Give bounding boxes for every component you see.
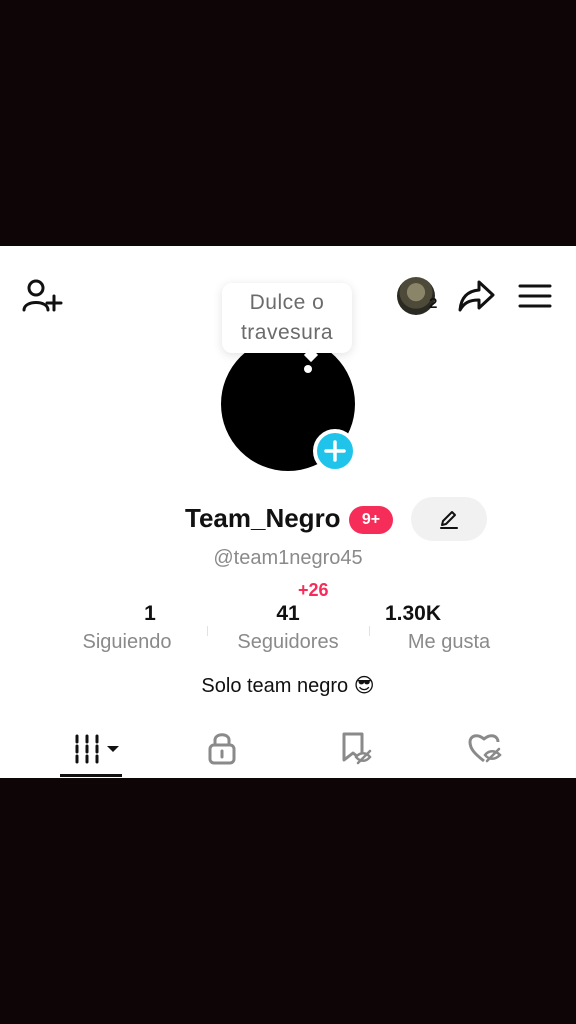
share-arrow-icon [458,280,495,312]
pencil-icon [440,511,458,529]
likes-count[interactable]: 1.30K [333,602,493,626]
tooltip-line-1: Dulce o [249,291,325,314]
tab-saved[interactable] [325,728,385,768]
tooltip-bubble[interactable]: Dulce o travesura [222,283,352,353]
saved-icon [342,732,372,765]
person-plus-icon [22,279,63,312]
tab-videos[interactable] [64,728,124,768]
following-count[interactable]: 1 [70,602,230,626]
new-followers-badge: +26 [298,580,329,596]
following-label[interactable]: Siguiendo [47,631,207,654]
hamburger-menu-icon [518,284,552,308]
notification-badge[interactable]: 9+ [349,506,393,534]
plus-icon [324,440,346,462]
add-user-button[interactable] [18,275,66,317]
share-button[interactable] [455,276,499,316]
tooltip-line-2: travesura [240,321,334,344]
add-avatar-button[interactable] [313,429,357,473]
profile-username: Team_Negro [185,503,341,533]
videos-grid-icon [75,734,119,764]
likes-label[interactable]: Me gusta [369,631,529,654]
menu-button[interactable] [514,278,556,314]
followers-label[interactable]: Seguidores [208,631,368,654]
friends-count-badge: 2 [429,295,438,312]
active-tab-indicator [60,774,122,777]
profile-bio: Solo team negro 😎 [201,675,375,697]
avatar-dot [304,365,312,373]
tab-private[interactable] [192,728,252,768]
handle-text: @team1negro45 [213,547,363,569]
profile-handle: @team1negro45 [0,547,576,570]
tab-liked[interactable] [455,728,515,768]
private-lock-icon [208,733,236,765]
liked-icon [468,734,502,763]
edit-profile-button[interactable] [411,497,487,541]
